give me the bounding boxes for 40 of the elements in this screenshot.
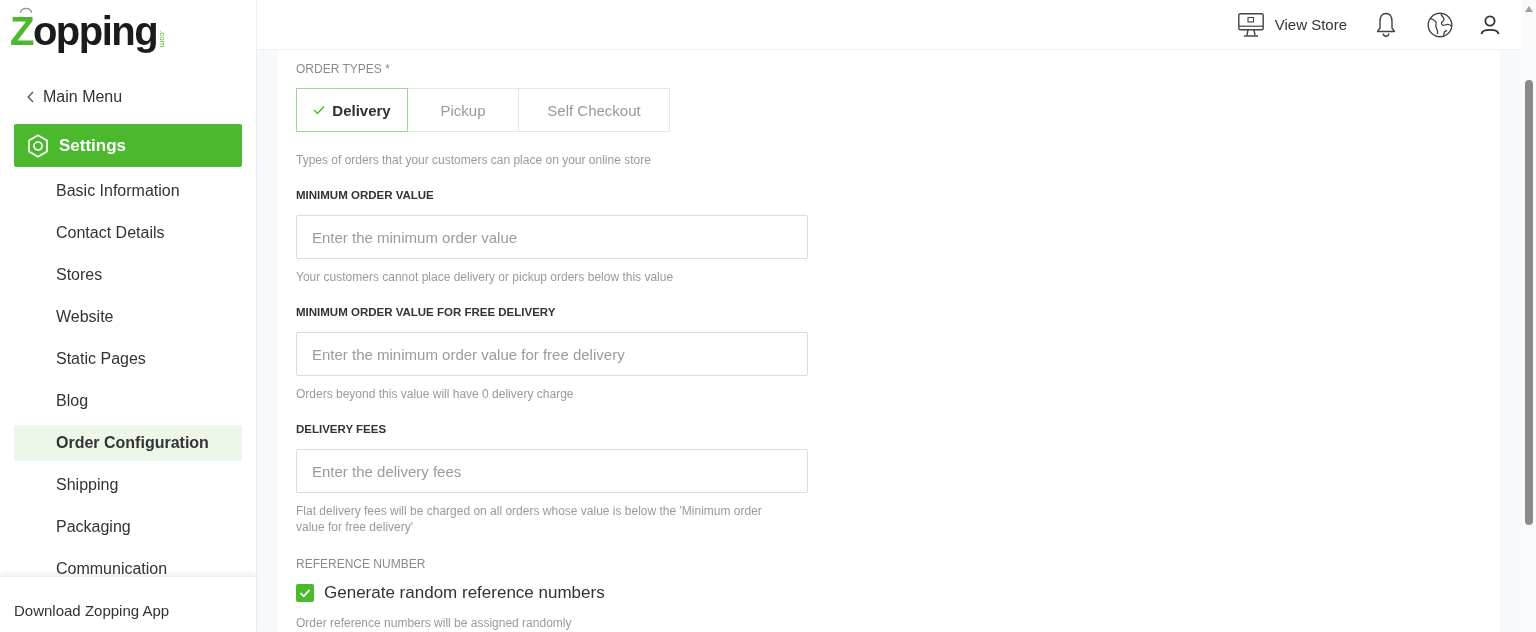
- sidebar-item[interactable]: Packaging: [14, 509, 242, 545]
- check-icon: [313, 105, 326, 115]
- logo-wordmark[interactable]: Zopping: [10, 9, 158, 53]
- sidebar-item[interactable]: Website: [14, 299, 242, 335]
- globe-icon[interactable]: [1427, 11, 1453, 38]
- scrollbar-thumb[interactable]: [1525, 80, 1533, 525]
- input-field[interactable]: Enter the minimum order value for free delivery: [296, 332, 808, 376]
- back-link[interactable]: Main Menu: [27, 88, 127, 106]
- help-text: Order reference numbers will be assigned randomly: [296, 615, 572, 631]
- field-label: MINIMUM ORDER VALUE: [296, 188, 434, 202]
- sidebar-item[interactable]: Communication: [14, 551, 242, 576]
- help-text: Your customers cannot place delivery or pickup orders below this value: [296, 269, 674, 285]
- checkbox[interactable]: [296, 584, 314, 602]
- sidebar-item[interactable]: Order Configuration: [14, 425, 242, 461]
- help-text: Types of orders that your customers can place on your online store: [296, 152, 651, 168]
- field-label: DELIVERY FEES: [296, 422, 387, 436]
- sidebar-item[interactable]: Basic Information: [14, 173, 242, 209]
- sidebar-item[interactable]: Shipping: [14, 467, 242, 503]
- user-icon[interactable]: [1480, 14, 1500, 35]
- bag-handle-icon: [19, 5, 33, 13]
- field-label: MINIMUM ORDER VALUE FOR FREE DELIVERY: [296, 305, 556, 319]
- notification-bell-icon[interactable]: [1375, 11, 1397, 38]
- order-type-option[interactable]: Delivery: [296, 88, 408, 132]
- chevron-left-icon: [27, 91, 34, 103]
- field-label: ORDER TYPES *: [296, 62, 390, 76]
- sidebar-item[interactable]: Blog: [14, 383, 242, 419]
- logo-domain: .com: [158, 29, 168, 47]
- sidebar-item[interactable]: Static Pages: [14, 341, 242, 377]
- view-store-link[interactable]: View Store: [1237, 12, 1347, 37]
- monitor-icon: [1237, 12, 1264, 37]
- help-text: Orders beyond this value will have 0 delivery charge: [296, 386, 574, 402]
- help-text: Flat delivery fees will be charged on all orders whose value is below the 'Minimum order value for free delivery': [296, 503, 763, 535]
- input-field[interactable]: Enter the delivery fees: [296, 449, 808, 493]
- field-label: REFERENCE NUMBER: [296, 557, 426, 571]
- settings-icon: [27, 133, 49, 158]
- sidebar-item[interactable]: Contact Details: [14, 215, 242, 251]
- input-field[interactable]: Enter the minimum order value: [296, 215, 808, 259]
- download-app-link[interactable]: Download Zopping App: [14, 602, 170, 620]
- checkbox-label[interactable]: Generate random reference numbers: [324, 583, 605, 603]
- sidebar-item[interactable]: Stores: [14, 257, 242, 293]
